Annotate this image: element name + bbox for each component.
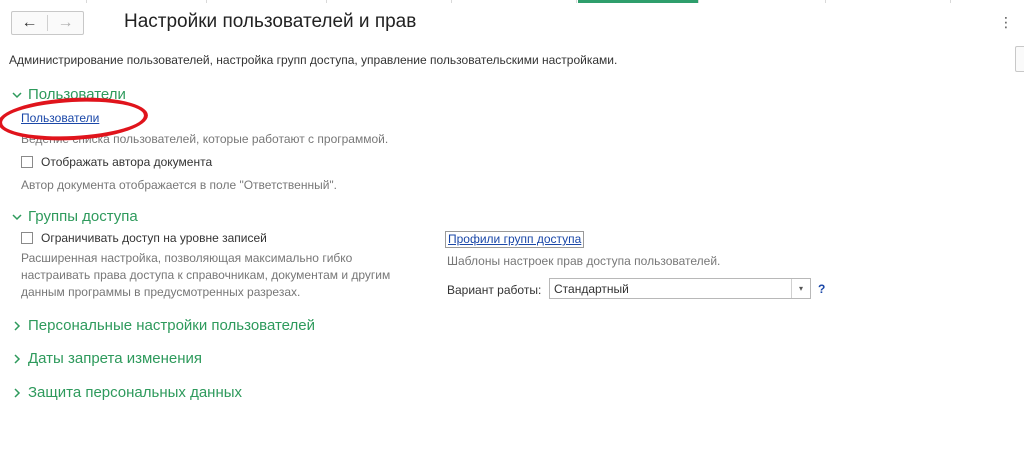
restrict-records-label: Ограничивать доступ на уровне записей [41,231,267,245]
chevron-down-icon[interactable]: ▾ [791,279,810,298]
chevron-right-icon [14,320,21,331]
kebab-menu-icon[interactable]: ⋮ [999,14,1013,31]
tab[interactable] [451,0,577,3]
section-personal-settings-title: Персональные настройки пользователей [28,317,315,334]
checkbox-box[interactable] [21,156,33,168]
section-personal-data-header[interactable]: Защита персональных данных [10,384,242,401]
chevron-right-icon [14,353,21,364]
side-panel-button[interactable] [1015,46,1024,72]
checkbox-box[interactable] [21,232,33,244]
section-personal-settings-header[interactable]: Персональные настройки пользователей [10,317,315,334]
section-change-dates-title: Даты запрета изменения [28,350,203,367]
tab[interactable] [0,0,87,3]
tab[interactable] [326,0,452,3]
restrict-records-hint-line-2: настраивать права доступа к справочникам… [21,268,391,282]
show-author-hint: Автор документа отображается в поле "Отв… [21,178,338,192]
tab-active[interactable] [578,0,699,3]
chevron-down-icon [12,91,22,98]
section-access-groups-header[interactable]: Группы доступа [10,208,138,225]
work-mode-value: Стандартный [554,282,629,296]
arrow-left-icon: ← [21,14,38,31]
history-navigation: ← → [11,11,84,35]
page-description: Администрирование пользователей, настрой… [9,53,618,67]
chevron-right-icon [14,387,21,398]
restrict-records-checkbox[interactable]: Ограничивать доступ на уровне записей [21,231,267,245]
section-access-groups-title: Группы доступа [28,208,138,225]
work-mode-select[interactable]: Стандартный ▾ [549,278,811,299]
profiles-link-focus-frame: Профили групп доступа [445,231,585,248]
show-author-label: Отображать автора документа [41,155,213,169]
restrict-records-hint-line-1: Расширенная настройка, позволяющая макси… [21,251,353,265]
section-personal-data-title: Защита персональных данных [28,384,243,401]
access-profiles-link[interactable]: Профили групп доступа [448,232,581,246]
section-change-dates-header[interactable]: Даты запрета изменения [10,350,202,367]
restrict-records-hint-line-3: данным программы в предусмотренных разре… [21,285,301,299]
show-author-checkbox[interactable]: Отображать автора документа [21,155,212,169]
arrow-right-icon: → [57,14,74,31]
access-profiles-hint: Шаблоны настроек прав доступа пользовате… [447,254,721,268]
tab[interactable] [700,0,826,3]
work-mode-label: Вариант работы: [447,283,542,297]
tab[interactable] [825,0,951,3]
back-button[interactable]: ← [12,12,47,34]
help-icon[interactable]: ? [818,282,825,296]
tab[interactable] [206,0,327,3]
forward-button[interactable]: → [48,12,83,34]
chevron-down-icon [12,213,22,220]
tab-strip [0,0,1024,4]
page-title: Настройки пользователей и прав [124,11,417,32]
tab[interactable] [86,0,207,3]
